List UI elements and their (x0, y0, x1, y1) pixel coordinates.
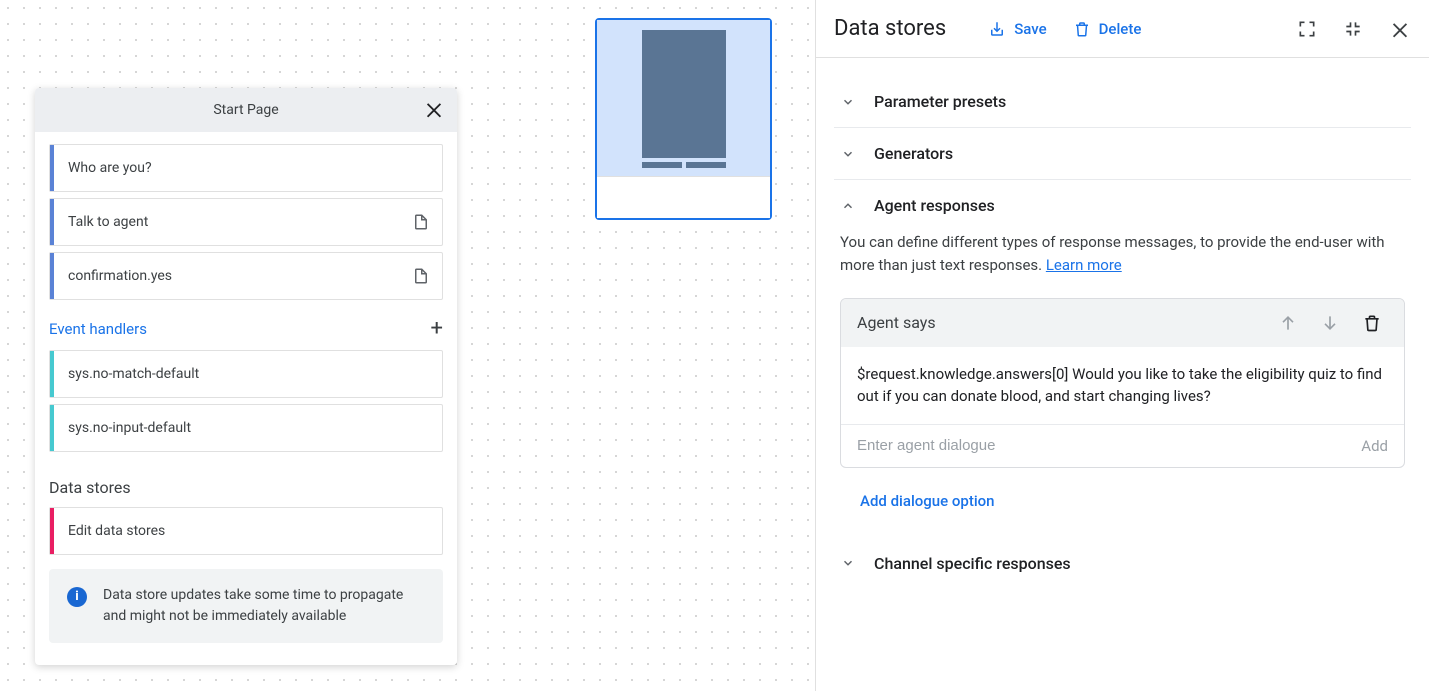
event-handler[interactable]: sys.no-input-default (49, 404, 443, 452)
chevron-down-icon (840, 95, 856, 109)
node-footer-bars (642, 162, 726, 168)
node-body (597, 20, 770, 176)
section-label: Agent responses (874, 196, 995, 215)
node-content-block (642, 30, 726, 158)
node-footer (597, 176, 770, 218)
chevron-down-icon (840, 147, 856, 161)
agent-says-card: Agent says $request.knowledge.answers[0]… (840, 298, 1405, 468)
section-parameter-presets: Parameter presets (834, 76, 1411, 128)
event-handlers-heading[interactable]: Event handlers + (49, 318, 443, 340)
panel-title: Data stores (834, 16, 946, 41)
edit-data-stores-label: Edit data stores (68, 523, 165, 539)
data-stores-label: Data stores (49, 478, 131, 497)
section-generators: Generators (834, 128, 1411, 180)
chevron-up-icon (840, 199, 856, 213)
page-editor-panel: Start Page Who are you? Talk to agent co… (35, 88, 457, 665)
intent-label: Who are you? (68, 160, 430, 176)
selected-page-node[interactable] (595, 18, 772, 220)
info-text: Data store updates take some time to pro… (103, 585, 425, 627)
event-handlers-label: Event handlers (49, 320, 147, 338)
chevron-down-icon (840, 556, 856, 570)
section-toggle[interactable]: Parameter presets (834, 76, 1411, 127)
handler-label: sys.no-match-default (68, 366, 199, 382)
page-link-icon (412, 267, 430, 285)
intent-route[interactable]: Talk to agent (49, 198, 443, 246)
section-agent-responses: Agent responses You can define different… (834, 180, 1411, 611)
add-inline-button[interactable]: Add (1361, 437, 1388, 455)
event-handler[interactable]: sys.no-match-default (49, 350, 443, 398)
right-panel-header: Data stores Save Delete (816, 0, 1429, 58)
agent-dialogue-text[interactable]: $request.knowledge.answers[0] Would you … (841, 347, 1404, 425)
info-icon: i (67, 587, 87, 607)
right-panel-body: Parameter presets Generators Agent respo… (816, 58, 1429, 611)
close-panel-icon[interactable] (1389, 18, 1411, 40)
delete-button[interactable]: Delete (1073, 20, 1142, 38)
add-event-handler-button[interactable]: + (431, 318, 443, 340)
data-stores-heading: Data stores (49, 478, 443, 497)
close-icon[interactable] (423, 98, 445, 120)
learn-more-link[interactable]: Learn more (1046, 256, 1122, 274)
info-banner: i Data store updates take some time to p… (49, 569, 443, 643)
right-panel: Data stores Save Delete Parameter preset… (815, 0, 1429, 691)
section-label: Generators (874, 144, 953, 163)
move-up-icon[interactable] (1272, 313, 1304, 333)
save-button[interactable]: Save (988, 20, 1046, 38)
section-toggle[interactable]: Generators (834, 128, 1411, 179)
section-channel-specific[interactable]: Channel specific responses (840, 538, 1405, 589)
agent-dialogue-input-row: Add (841, 425, 1404, 467)
section-label: Parameter presets (874, 92, 1006, 111)
page-editor-body: Who are you? Talk to agent confirmation.… (35, 132, 457, 665)
section-description: You can define different types of respon… (840, 231, 1405, 278)
section-toggle[interactable]: Agent responses (834, 180, 1411, 231)
edit-data-stores-row[interactable]: Edit data stores (49, 507, 443, 555)
section-label: Channel specific responses (874, 554, 1071, 573)
exit-fullscreen-icon[interactable] (1343, 19, 1363, 39)
intent-route[interactable]: Who are you? (49, 144, 443, 192)
agent-dialogue-input[interactable] (857, 437, 1361, 454)
agent-says-header: Agent says (841, 299, 1404, 347)
fullscreen-icon[interactable] (1297, 19, 1317, 39)
agent-responses-content: You can define different types of respon… (834, 231, 1411, 611)
handler-label: sys.no-input-default (68, 420, 191, 436)
move-down-icon[interactable] (1314, 313, 1346, 333)
agent-says-title: Agent says (857, 313, 1262, 332)
page-editor-header: Start Page (35, 88, 457, 132)
intent-label: confirmation.yes (68, 268, 412, 284)
page-title: Start Page (213, 102, 278, 118)
intent-label: Talk to agent (68, 214, 412, 230)
delete-response-icon[interactable] (1356, 313, 1388, 333)
add-dialogue-option-button[interactable]: Add dialogue option (860, 492, 1405, 510)
intent-route[interactable]: confirmation.yes (49, 252, 443, 300)
flow-canvas[interactable]: Start Page Who are you? Talk to agent co… (0, 0, 815, 691)
page-link-icon (412, 213, 430, 231)
